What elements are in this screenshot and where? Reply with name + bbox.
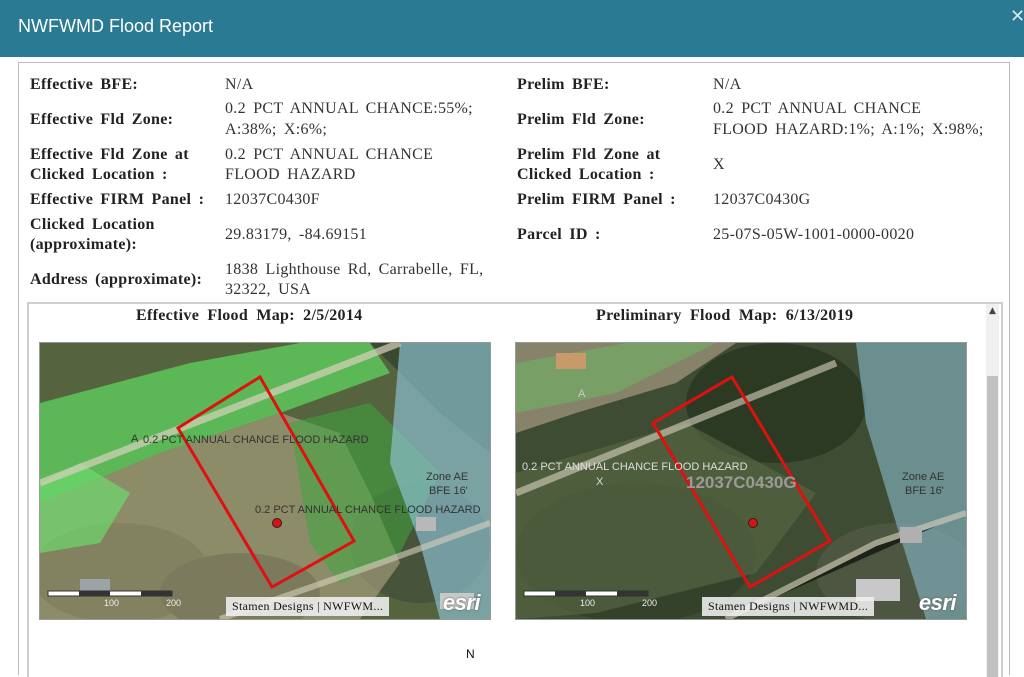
effective-map-attribution[interactable]: Stamen Designs | NWFWM... — [226, 597, 390, 616]
effective-fld-zone-clicked-value-1: 0.2 PCT ANNUAL CHANCE — [225, 146, 434, 163]
esri-logo: esri — [918, 590, 957, 615]
clicked-location-label-2: (approximate): — [30, 236, 137, 253]
clicked-location-value: 29.83179, -84.69151 — [225, 226, 368, 243]
vertical-scrollbar[interactable]: ▲ — [986, 304, 999, 677]
effective-zone-ae-label: Zone AE — [426, 471, 468, 483]
scroll-thumb[interactable] — [987, 376, 998, 677]
effective-bfe-label: Effective BFE: — [30, 76, 139, 93]
north-arrow-label: N — [466, 647, 475, 661]
effective-fld-zone-value-1: 0.2 PCT ANNUAL CHANCE:55%; — [225, 100, 473, 117]
prelim-bfe-value: N/A — [713, 76, 742, 93]
preliminary-map-attribution[interactable]: Stamen Designs | NWFWMD... — [702, 597, 875, 616]
preliminary-zone-a-label: A — [578, 388, 586, 400]
prelim-fld-zone-value-1: 0.2 PCT ANNUAL CHANCE — [713, 100, 922, 117]
scroll-up-arrow-icon[interactable]: ▲ — [987, 306, 998, 320]
preliminary-hazard-label: 0.2 PCT ANNUAL CHANCE FLOOD HAZARD — [522, 461, 748, 473]
effective-fld-zone-clicked-label-1: Effective Fld Zone at — [30, 146, 189, 163]
prelim-fld-zone-clicked-label-2: Clicked Location : — [517, 166, 655, 183]
prelim-fld-zone-value-2: FLOOD HAZARD:1%; A:1%; X:98%; — [713, 121, 984, 138]
effective-firm-panel-label: Effective FIRM Panel : — [30, 191, 205, 208]
maps-scroll-area[interactable]: Effective Flood Map: 2/5/2014 Preliminar… — [27, 302, 1003, 677]
effective-hazard-label-1: 0.2 PCT ANNUAL CHANCE FLOOD HAZARD — [143, 434, 369, 446]
effective-scale-label-1: 100 — [104, 598, 119, 608]
prelim-firm-panel-value: 12037C0430G — [713, 191, 811, 208]
effective-map-title: Effective Flood Map: 2/5/2014 — [136, 307, 363, 324]
prelim-bfe-label: Prelim BFE: — [517, 76, 610, 93]
preliminary-scale-label-2: 200 — [642, 598, 657, 608]
effective-bfe-value: N/A — [225, 76, 254, 93]
clicked-location-label-1: Clicked Location — [30, 216, 155, 233]
close-icon[interactable]: ✕ — [1010, 6, 1024, 28]
preliminary-panel-label: 12037C0430G — [686, 473, 797, 492]
title-bar: NWFWMD Flood Report ✕ — [0, 0, 1024, 57]
preliminary-flood-map[interactable]: A 0.2 PCT ANNUAL CHANCE FLOOD HAZARD X 1… — [515, 342, 967, 620]
prelim-fld-zone-clicked-value: X — [713, 156, 725, 173]
effective-fld-zone-label: Effective Fld Zone: — [30, 111, 174, 128]
effective-fld-zone-value-2: A:38%; X:6%; — [225, 121, 328, 138]
prelim-fld-zone-clicked-label-1: Prelim Fld Zone at — [517, 146, 661, 163]
prelim-firm-panel-label: Prelim FIRM Panel : — [517, 191, 676, 208]
esri-logo: esri — [442, 590, 481, 615]
effective-hazard-label-2: 0.2 PCT ANNUAL CHANCE FLOOD HAZARD — [255, 504, 481, 516]
preliminary-map-title: Preliminary Flood Map: 6/13/2019 — [596, 307, 854, 324]
address-label: Address (approximate): — [30, 271, 203, 288]
parcel-id-label: Parcel ID : — [517, 226, 601, 243]
effective-fld-zone-clicked-value-2: FLOOD HAZARD — [225, 166, 356, 183]
window-title: NWFWMD Flood Report — [18, 16, 214, 36]
effective-bfe-map-label: BFE 16' — [429, 485, 468, 497]
report-panel: Effective BFE: N/A Prelim BFE: N/A Effec… — [18, 62, 1010, 677]
preliminary-scale-label-1: 100 — [580, 598, 595, 608]
parcel-id-value: 25-07S-05W-1001-0000-0020 — [713, 226, 915, 243]
effective-scale-label-2: 200 — [166, 598, 181, 608]
address-value-1: 1838 Lighthouse Rd, Carrabelle, FL, — [225, 261, 484, 278]
effective-flood-map[interactable]: A 0.2 PCT ANNUAL CHANCE FLOOD HAZARD 0.2… — [39, 342, 491, 620]
address-value-2: 32322, USA — [225, 281, 312, 298]
effective-zone-a-label: A — [131, 433, 139, 445]
preliminary-map-graphic: A 0.2 PCT ANNUAL CHANCE FLOOD HAZARD X 1… — [516, 343, 966, 619]
preliminary-zone-ae-label: Zone AE — [902, 471, 944, 483]
preliminary-zone-x-label: X — [596, 476, 604, 488]
prelim-fld-zone-label: Prelim Fld Zone: — [517, 111, 645, 128]
effective-map-graphic: A 0.2 PCT ANNUAL CHANCE FLOOD HAZARD 0.2… — [40, 343, 490, 619]
effective-fld-zone-clicked-label-2: Clicked Location : — [30, 166, 168, 183]
preliminary-bfe-map-label: BFE 16' — [905, 485, 944, 497]
effective-firm-panel-value: 12037C0430F — [225, 191, 320, 208]
